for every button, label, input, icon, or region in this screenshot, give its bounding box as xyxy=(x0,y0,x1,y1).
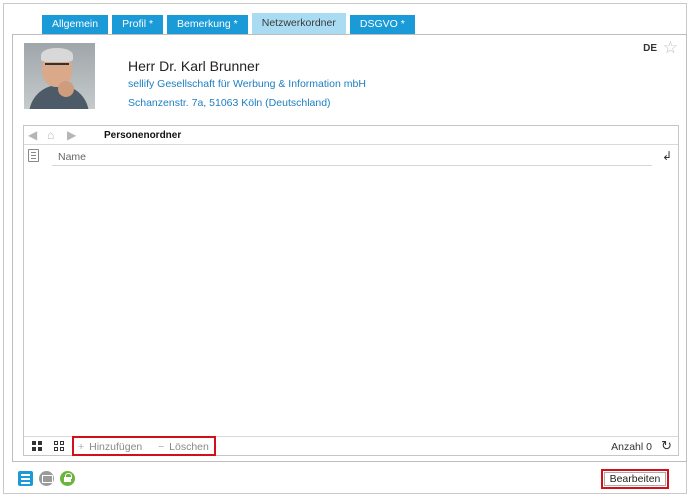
add-button[interactable]: + Hinzufügen xyxy=(78,441,142,453)
folder-title: Personenordner xyxy=(104,130,182,141)
tab-bemerkung[interactable]: Bemerkung * xyxy=(167,15,248,34)
small-grid-icon[interactable] xyxy=(54,441,65,452)
tab-dsgvo[interactable]: DSGVO * xyxy=(349,15,415,34)
folder-panel: ◀ ⌂ ▶ Personenordner Name ↲ + Hinzufügen… xyxy=(23,125,679,456)
favorite-star-icon[interactable]: ☆ xyxy=(663,38,678,58)
list-icon[interactable] xyxy=(18,471,33,486)
column-header-name[interactable]: Name xyxy=(58,151,86,163)
large-grid-icon[interactable] xyxy=(32,441,43,452)
address-link[interactable]: Schanzenstr. 7a, 51063 Köln (Deutschland… xyxy=(128,97,331,109)
contact-panel: Herr Dr. Karl Brunner sellify Gesellscha… xyxy=(12,34,687,462)
language-code: DE xyxy=(643,43,657,54)
minus-icon: − xyxy=(158,441,165,453)
sort-icon[interactable]: ↲ xyxy=(662,149,672,163)
edit-highlight-box: Bearbeiten xyxy=(601,469,669,489)
list-view-icon[interactable] xyxy=(28,149,39,162)
bottom-toolbar xyxy=(18,471,75,486)
action-highlight-box: + Hinzufügen − Löschen xyxy=(72,436,216,456)
mail-icon[interactable] xyxy=(39,471,54,486)
home-icon[interactable]: ⌂ xyxy=(47,128,54,142)
contact-name: Herr Dr. Karl Brunner xyxy=(128,58,260,74)
forward-arrow-icon[interactable]: ▶ xyxy=(67,128,76,142)
folder-toolbar: ◀ ⌂ ▶ Personenordner xyxy=(24,126,678,145)
item-count: Anzahl 0 xyxy=(611,441,652,453)
delete-button[interactable]: − Löschen xyxy=(158,441,209,453)
back-arrow-icon[interactable]: ◀ xyxy=(28,128,37,142)
window-frame: Allgemein Profil * Bemerkung * Netzwerko… xyxy=(3,3,687,494)
plus-icon: + xyxy=(78,441,85,453)
folder-footer: + Hinzufügen − Löschen Anzahl 0 ↻ xyxy=(24,436,678,456)
list-header: Name ↲ xyxy=(24,146,678,166)
lock-icon[interactable] xyxy=(60,471,75,486)
refresh-icon[interactable]: ↻ xyxy=(661,438,672,454)
tab-bar: Allgemein Profil * Bemerkung * Netzwerko… xyxy=(42,13,415,34)
tab-allgemein[interactable]: Allgemein xyxy=(42,15,109,34)
tab-netzwerkordner[interactable]: Netzwerkordner xyxy=(251,13,346,34)
avatar xyxy=(24,43,95,109)
tab-profil[interactable]: Profil * xyxy=(112,15,164,34)
edit-button[interactable]: Bearbeiten xyxy=(604,472,666,486)
company-link[interactable]: sellify Gesellschaft für Werbung & Infor… xyxy=(128,78,366,90)
